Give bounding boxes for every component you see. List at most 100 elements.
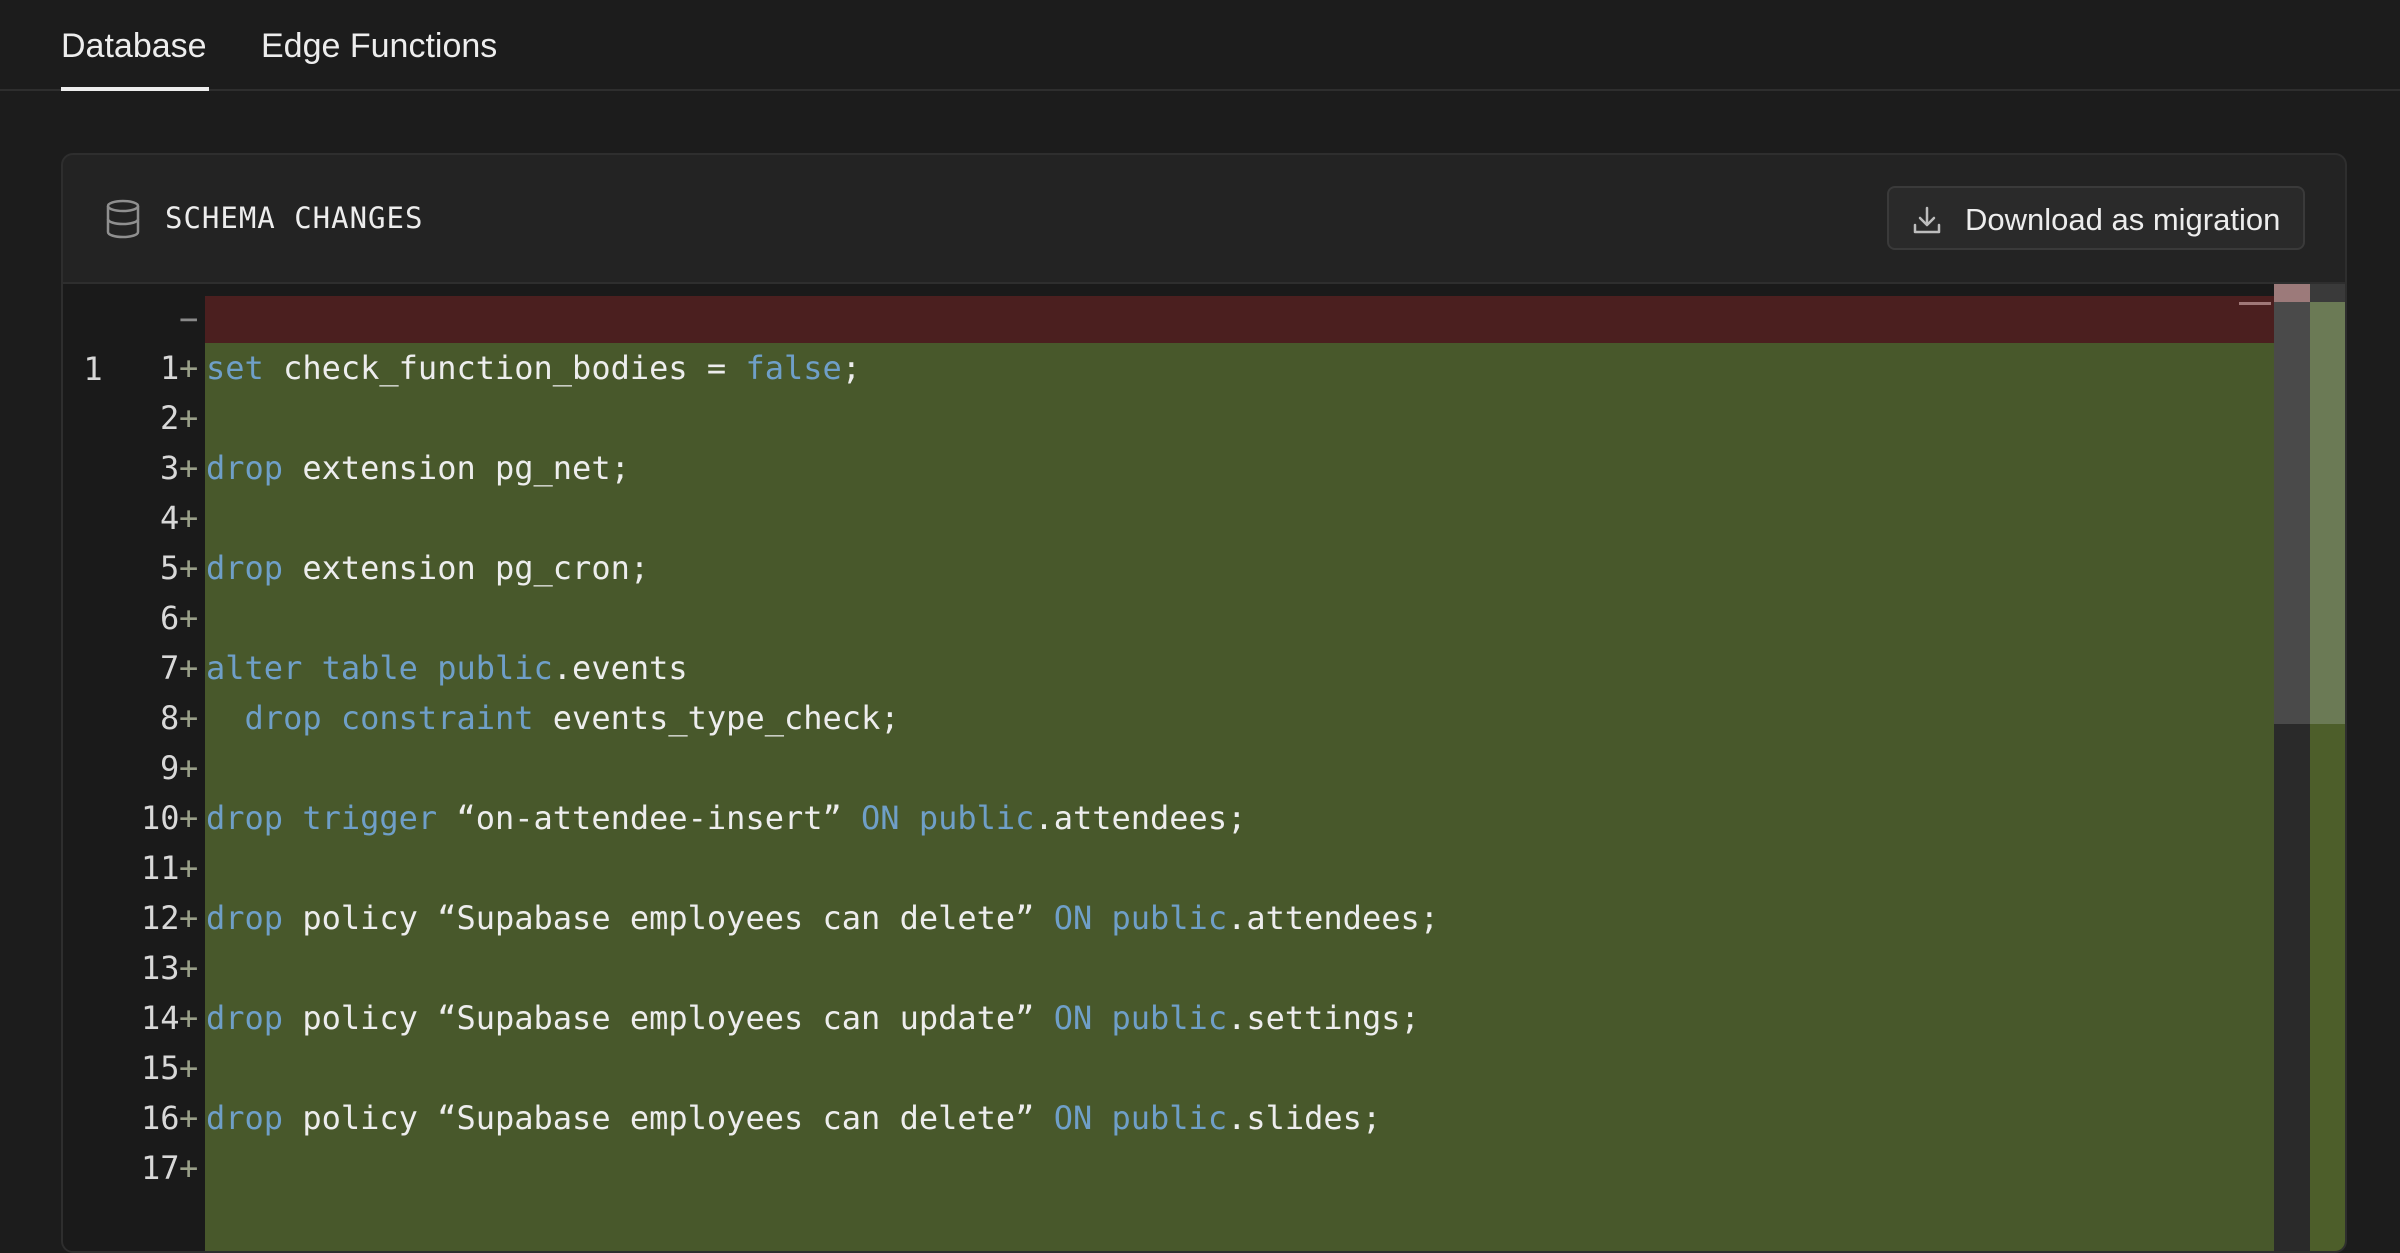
added-line-13: 13 + — [63, 943, 2263, 993]
tab-bar: Database Edge Functions — [0, 0, 2400, 91]
sql-keyword: set — [206, 349, 264, 387]
minimap-removed — [2274, 284, 2310, 302]
sql-text: policy “Supabase employees can delete” — [283, 1099, 1054, 1137]
sql-keyword: drop — [206, 1099, 284, 1137]
added-marker: + — [179, 699, 199, 737]
sql-keyword: drop trigger — [206, 799, 438, 837]
sql-keyword: drop — [206, 999, 284, 1037]
minimap-scroll-thumb[interactable] — [2274, 302, 2310, 724]
sql-text: .attendees; — [1227, 899, 1439, 937]
sql-text: .events — [552, 649, 688, 687]
added-line-11: 11 + — [63, 843, 2263, 893]
added-line-10: 10 + drop trigger “on-attendee-insert” ON … — [63, 793, 2263, 843]
tab-database[interactable]: Database — [61, 24, 209, 91]
added-line-14: 14 + drop policy “Supabase employees can u… — [63, 993, 2263, 1043]
line-number: 14 — [141, 999, 180, 1037]
added-marker: + — [179, 749, 199, 787]
minimap[interactable] — [2274, 284, 2345, 1251]
line-number: 17 — [141, 1149, 180, 1187]
sql-text: policy “Supabase employees can delete” — [283, 899, 1054, 937]
line-number: 3 — [160, 449, 180, 487]
line-number: 16 — [141, 1099, 180, 1137]
sql-keyword: ON public — [1053, 1099, 1228, 1137]
code-text: drop constraint events_type_check; — [206, 693, 900, 743]
code-text: drop policy “Supabase employees can dele… — [206, 893, 1439, 943]
added-line-7: 7 + alter table public.events — [63, 643, 2263, 693]
sql-text: .settings; — [1227, 999, 1420, 1037]
sql-text: policy “Supabase employees can update” — [283, 999, 1054, 1037]
sql-keyword: drop constraint — [244, 699, 534, 737]
panel-title: SCHEMA CHANGES — [165, 201, 424, 235]
added-line-12: 12 + drop policy “Supabase employees can d… — [63, 893, 2263, 943]
added-line-4: 4 + — [63, 493, 2263, 543]
added-line-1: 1 + set check_function_bodies = false; — [63, 343, 2263, 393]
minimap-overview-added — [2310, 724, 2345, 1251]
added-line-8: 8 + drop constraint events_type_check; — [63, 693, 2263, 743]
added-line-17: 17 + — [63, 1143, 2263, 1193]
sql-keyword: drop — [206, 899, 284, 937]
added-marker: + — [179, 949, 199, 987]
sql-text: extension pg_net; — [283, 449, 630, 487]
added-line-5: 5 + drop extension pg_cron; — [63, 543, 2263, 593]
minimap-track — [2274, 724, 2310, 1251]
line-number: 1 — [160, 349, 180, 387]
sql-keyword: ON public — [861, 799, 1035, 837]
added-marker: + — [179, 499, 199, 537]
download-as-migration-button[interactable]: Download as migration — [1887, 186, 2305, 250]
line-number: 2 — [160, 399, 180, 437]
added-marker: + — [179, 1049, 199, 1087]
added-marker: + — [179, 1099, 199, 1137]
line-number: 5 — [160, 549, 180, 587]
added-marker: + — [179, 999, 199, 1037]
added-marker: + — [179, 349, 199, 387]
line-number: 7 — [160, 649, 180, 687]
sql-text: events_type_check; — [533, 699, 900, 737]
added-line-2: 2 + — [63, 393, 2263, 443]
download-icon — [1913, 206, 1941, 234]
line-number: 13 — [141, 949, 180, 987]
added-marker: + — [179, 449, 199, 487]
sql-keyword: false — [745, 349, 842, 387]
line-number: 15 — [141, 1049, 180, 1087]
sql-keyword: ON public — [1053, 999, 1228, 1037]
added-marker: + — [179, 899, 199, 937]
diff-editor[interactable]: 1 − 1 + set check_function_bodies = false;… — [63, 284, 2345, 1251]
sql-keyword: ON public — [1053, 899, 1228, 937]
added-marker: + — [179, 599, 199, 637]
added-line-6: 6 + — [63, 593, 2263, 643]
code-text: drop extension pg_cron; — [206, 543, 649, 593]
sql-text: check_function_bodies = — [263, 349, 746, 387]
tab-edge-functions[interactable]: Edge Functions — [261, 24, 501, 91]
sql-text: extension pg_cron; — [283, 549, 650, 587]
sql-text: .slides; — [1227, 1099, 1382, 1137]
sql-keyword: alter table public — [206, 649, 553, 687]
added-marker: + — [179, 849, 199, 887]
sql-text: .attendees; — [1034, 799, 1247, 837]
removed-marker: − — [179, 300, 199, 338]
line-number: 10 — [141, 799, 180, 837]
line-number: 9 — [160, 749, 180, 787]
line-number: 4 — [160, 499, 180, 537]
sql-keyword: drop — [206, 549, 284, 587]
database-icon — [106, 199, 140, 239]
added-line-9: 9 + — [63, 743, 2263, 793]
minimap-overview-removed — [2310, 284, 2345, 302]
line-number: 11 — [141, 849, 180, 887]
code-text: set check_function_bodies = false; — [206, 343, 861, 393]
removed-line: 1 — [63, 294, 2263, 388]
added-marker: + — [179, 549, 199, 587]
code-text: drop policy “Supabase employees can dele… — [206, 1093, 1381, 1143]
added-line-15: 15 + — [63, 1043, 2263, 1093]
added-marker: + — [179, 399, 199, 437]
line-number: 8 — [160, 699, 180, 737]
line-number: 12 — [141, 899, 180, 937]
removed-line-indicator — [2239, 302, 2271, 305]
download-button-label: Download as migration — [1965, 202, 2281, 237]
added-line-3: 3 + drop extension pg_net; — [63, 443, 2263, 493]
code-text: drop trigger “on-attendee-insert” ON pub… — [206, 793, 1246, 843]
added-marker: + — [179, 799, 199, 837]
code-text: alter table public.events — [206, 643, 688, 693]
minimap-overview-visible — [2310, 302, 2345, 724]
line-number: 6 — [160, 599, 180, 637]
